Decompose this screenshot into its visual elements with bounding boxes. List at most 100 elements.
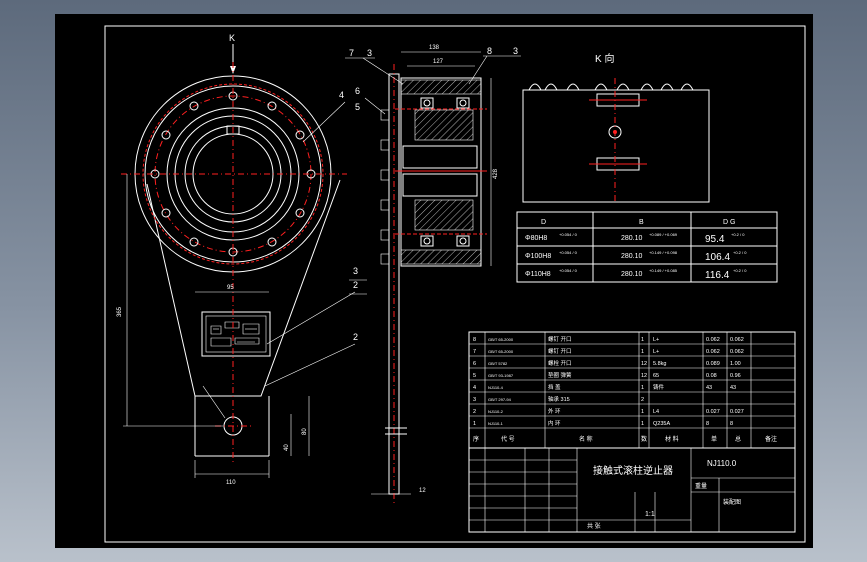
callout-2a: 2 [353, 280, 358, 290]
k-view-outline [522, 89, 710, 203]
title-block: 接触式滚柱逆止器 NJ110.0 1:1 重量 装配图 共 张 [468, 447, 796, 533]
parts-cell-m1: 0.062 [706, 337, 720, 343]
parts-cell-code: GB/T 5782 [488, 361, 508, 366]
size-header-d: D [541, 219, 546, 226]
parts-cell-mat: 铸件 [653, 383, 665, 391]
size-row-b-tol: +0.089 / +0.069 [649, 232, 678, 237]
parts-cell-m2: 1.00 [730, 361, 741, 367]
parts-cell-code: GB/T 65-2000 [488, 349, 514, 354]
callout-8: 8 [487, 46, 492, 56]
front-view: K 110 95 365 40 80 [117, 33, 356, 486]
drawing-title: 接触式滚柱逆止器 [593, 464, 673, 477]
parts-cell-name: 挡 盖 [548, 383, 561, 391]
weight-label: 重量 [695, 482, 707, 490]
parts-cell-no: 8 [473, 337, 476, 343]
size-header-b: B [639, 219, 644, 226]
parts-cell-m2: 0.062 [730, 349, 744, 355]
parts-cell-name: 螺栓 开口 [548, 359, 572, 367]
dim-12: 12 [419, 488, 426, 494]
size-row-d: Φ110H8 [525, 271, 551, 278]
k-view-title: K 向 [595, 52, 614, 65]
parts-cell-qty: 1 [641, 349, 644, 355]
drawing-number: NJ110.0 [707, 459, 737, 468]
parts-cell-name: 垫圈 弹簧 [548, 371, 572, 379]
dim-428: 428 [493, 168, 499, 179]
size-row-g: 95.4 [705, 234, 725, 245]
parts-cell-code: NJ110-1 [488, 421, 504, 426]
parts-cell-m1: 43 [706, 385, 712, 391]
k-direction-view: K 向 [522, 52, 710, 204]
parts-cell-m2: 8 [730, 421, 733, 427]
assembly-label: 装配图 [723, 498, 741, 506]
parts-cell-m1: 0.062 [706, 349, 720, 355]
sheet-label: 共 张 [587, 522, 601, 530]
parts-cell-name: 螺钉 开口 [548, 347, 572, 355]
callout-3a: 3 [367, 48, 372, 58]
parts-cell-code: GB/T 65-2000 [488, 337, 514, 342]
parts-cell-m2: 0.062 [730, 337, 744, 343]
parts-cell-mat: L4 [653, 409, 659, 415]
size-header-g: D G [723, 219, 735, 226]
parts-cell-qty: 1 [641, 421, 644, 427]
size-row-b: 280.10 [621, 235, 643, 242]
parts-cell-qty: 1 [641, 385, 644, 391]
parts-cell-qty: 1 [641, 409, 644, 415]
parts-cell-no: 1 [473, 421, 476, 427]
parts-cell-name: 内 环 [548, 419, 561, 427]
side-view: 138 127 428 12 7 3 8 3 6 5 4 3 2 2 [339, 45, 521, 504]
dim-110: 110 [226, 480, 236, 486]
parts-cell-m1: 0.08 [706, 373, 717, 379]
parts-header-code: 代 号 [501, 435, 515, 443]
parts-cell-name: 外 环 [548, 407, 561, 415]
parts-cell-qty: 12 [641, 361, 647, 367]
callout-5: 5 [355, 102, 360, 112]
scale: 1:1 [645, 511, 655, 518]
parts-cell-m1: 0.089 [706, 361, 720, 367]
size-row-g: 116.4 [705, 270, 730, 281]
parts-cell-mat: 65 [653, 373, 659, 379]
parts-cell-qty: 2 [641, 397, 644, 403]
dim-80: 80 [302, 428, 308, 435]
parts-cell-m2: 0.027 [730, 409, 744, 415]
parts-cell-mat: Q235A [653, 421, 670, 427]
parts-cell-no: 7 [473, 349, 476, 355]
parts-header-no: 序 [473, 435, 479, 443]
parts-cell-code: GB/T 93-1987 [488, 373, 514, 378]
size-table: D B D G Φ80H8 +0.054 / 0 280.10 +0.089 /… [516, 211, 778, 283]
parts-cell-qty: 1 [641, 337, 644, 343]
parts-cell-m2: 43 [730, 385, 736, 391]
size-row-d: Φ100H8 [525, 253, 551, 260]
callout-3b: 3 [513, 46, 518, 56]
parts-cell-code: NJ110-4 [488, 385, 504, 390]
parts-list: 8 GB/T 65-2000 螺钉 开口 1 L+ 0.062 0.062 7 GB/T 65-… [468, 331, 796, 449]
parts-cell-mat: 5.8kg [653, 361, 666, 367]
size-row-g: 106.4 [705, 252, 730, 263]
size-row-b: 280.10 [621, 271, 643, 278]
parts-cell-no: 4 [473, 385, 476, 391]
parts-cell-no: 5 [473, 373, 476, 379]
dim-127: 127 [433, 59, 444, 65]
parts-cell-name: 螺钉 开口 [548, 335, 572, 343]
dim-138: 138 [429, 45, 440, 51]
parts-header-qty: 数 [641, 435, 647, 443]
parts-header-mat: 材 料 [665, 435, 679, 443]
parts-header-m1: 单 [711, 435, 717, 443]
parts-cell-m1: 0.027 [706, 409, 720, 415]
dim-365: 365 [117, 306, 123, 317]
size-row-b-tol: +0.149 / +0.085 [649, 268, 678, 273]
size-row-g-tol: +0.2 / 0 [733, 250, 747, 255]
parts-cell-no: 2 [473, 409, 476, 415]
size-row-d-tol: +0.054 / 0 [559, 268, 578, 273]
parts-header-note: 备注 [765, 435, 777, 443]
drawing-frame [104, 25, 806, 543]
parts-cell-mat: L+ [653, 349, 659, 355]
parts-header-m2: 总 [735, 435, 741, 443]
parts-cell-code: GB/T 297-94 [488, 397, 512, 402]
callout-4: 4 [339, 90, 344, 100]
parts-cell-code: NJ110-2 [488, 409, 504, 414]
parts-cell-no: 6 [473, 361, 476, 367]
parts-cell-m2: 0.96 [730, 373, 741, 379]
callout-3c: 3 [353, 266, 358, 276]
parts-cell-no: 3 [473, 397, 476, 403]
callout-2b: 2 [353, 332, 358, 342]
